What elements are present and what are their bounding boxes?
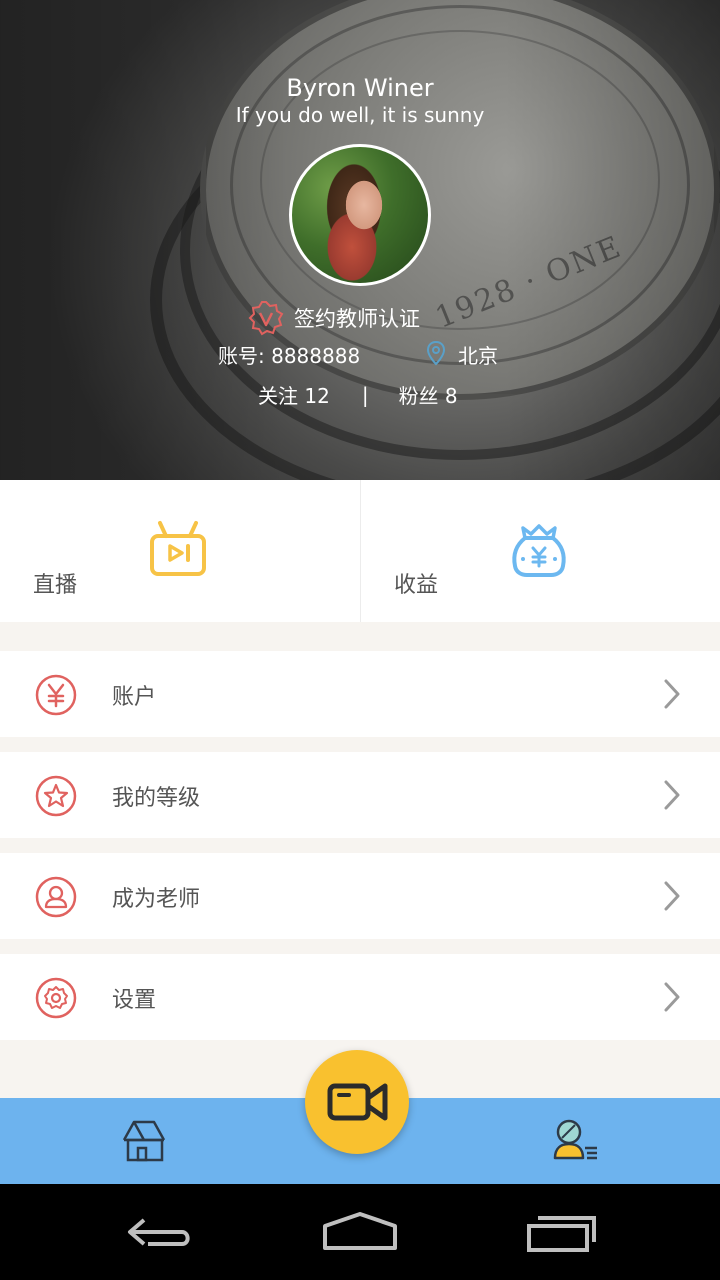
- menu-item-settings[interactable]: 设置: [0, 954, 720, 1040]
- menu-item-become-teacher[interactable]: 成为老师: [0, 853, 720, 939]
- menu-item-level[interactable]: 我的等级: [0, 752, 720, 838]
- record-video-button[interactable]: [305, 1050, 409, 1154]
- following-count[interactable]: 关注 12: [258, 380, 330, 409]
- video-camera-icon: [327, 1083, 388, 1121]
- certification-label: 签约教师认证: [294, 307, 420, 331]
- money-bag-icon: [512, 524, 566, 577]
- chevron-right-icon: [664, 780, 680, 810]
- tv-play-icon: [150, 521, 206, 576]
- home-icon[interactable]: [120, 1118, 168, 1164]
- menu-item-account[interactable]: 账户: [0, 651, 720, 737]
- gear-icon: [35, 977, 77, 1019]
- location-pin-icon: [426, 340, 446, 366]
- quick-actions: 直播 收益: [0, 480, 720, 622]
- chevron-right-icon: [664, 679, 680, 709]
- menu-item-label: 账户: [112, 685, 157, 710]
- menu-item-label: 我的等级: [112, 786, 201, 811]
- certification-row: 签约教师认证: [248, 298, 420, 338]
- star-icon: [35, 775, 77, 817]
- chevron-right-icon: [664, 982, 680, 1012]
- person-icon: [35, 876, 77, 918]
- tile-earnings[interactable]: 收益: [360, 480, 720, 622]
- tile-live-label: 直播: [33, 573, 78, 598]
- chevron-right-icon: [664, 881, 680, 911]
- follow-stats: 关注 12 | 粉丝 8: [258, 380, 458, 409]
- avatar[interactable]: [289, 144, 431, 286]
- system-nav-bar: [0, 1184, 720, 1280]
- back-icon[interactable]: [126, 1212, 194, 1252]
- recents-icon[interactable]: [526, 1212, 598, 1252]
- yuan-icon: [35, 674, 77, 716]
- profile-icon[interactable]: [551, 1118, 601, 1164]
- menu-item-label: 设置: [112, 988, 157, 1013]
- profile-screen: 1928 · ONE Byron Winer If you do well, i…: [0, 0, 720, 1280]
- stats-separator: |: [361, 382, 369, 407]
- account-number: 账号: 8888888: [218, 344, 361, 368]
- header-content: Byron Winer If you do well, it is sunny …: [0, 0, 720, 480]
- system-home-icon[interactable]: [322, 1212, 398, 1252]
- verified-badge-icon: [248, 301, 284, 336]
- tile-earnings-label: 收益: [394, 573, 439, 598]
- profile-header: 1928 · ONE Byron Winer If you do well, i…: [0, 0, 720, 480]
- menu-item-label: 成为老师: [112, 887, 201, 912]
- followers-count[interactable]: 粉丝 8: [399, 380, 458, 409]
- tile-live[interactable]: 直播: [0, 480, 360, 622]
- user-name: Byron Winer: [286, 74, 434, 102]
- user-motto: If you do well, it is sunny: [235, 103, 485, 127]
- location-label: 北京: [458, 344, 498, 368]
